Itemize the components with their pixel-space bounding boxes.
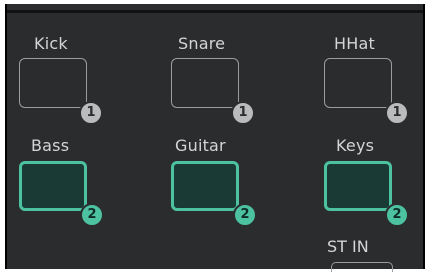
pad-guitar[interactable] — [171, 161, 239, 211]
group-badge-keys: 2 — [385, 203, 409, 227]
pad-kick[interactable] — [19, 58, 87, 108]
channel-label-guitar: Guitar — [175, 136, 226, 155]
channel-label-bass: Bass — [31, 136, 70, 155]
channel-label-stereo-in: ST IN — [327, 237, 369, 256]
pad-keys[interactable] — [324, 161, 392, 211]
channel-label-hhat: HHat — [334, 34, 375, 53]
panel-right-border — [423, 4, 425, 269]
pad-hhat[interactable] — [324, 58, 392, 108]
channel-label-snare: Snare — [178, 34, 226, 53]
pad-snare[interactable] — [171, 58, 239, 108]
group-badge-snare: 1 — [231, 101, 255, 125]
group-badge-guitar: 2 — [233, 203, 257, 227]
group-badge-hhat: 1 — [385, 101, 409, 125]
channel-label-keys: Keys — [336, 136, 375, 155]
pad-bass[interactable] — [19, 161, 87, 211]
group-badge-kick: 1 — [79, 101, 103, 125]
channel-label-kick: Kick — [34, 34, 68, 53]
group-badge-bass: 2 — [80, 203, 104, 227]
pad-stereo-in[interactable] — [331, 262, 393, 272]
channel-grid-panel: Kick 1 Snare 1 HHat 1 Bass 2 Guitar 2 Ke… — [5, 4, 423, 269]
panel-top-divider — [7, 10, 423, 13]
